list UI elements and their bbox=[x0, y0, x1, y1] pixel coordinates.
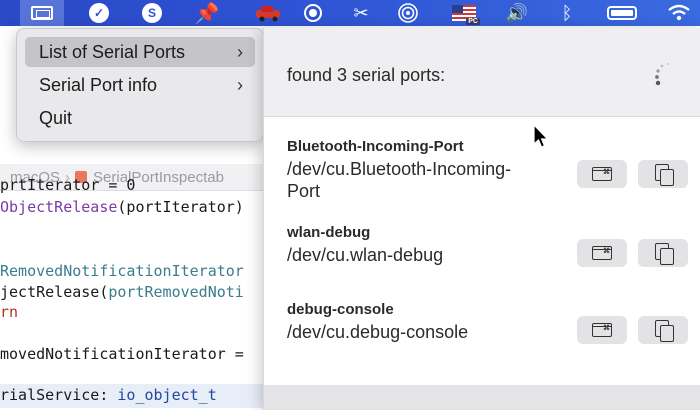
panel-header: found 3 serial ports: bbox=[264, 28, 700, 117]
chevron-right-icon: › bbox=[237, 74, 243, 95]
code-line: rn bbox=[0, 303, 19, 321]
menu-bar: ✓ S 📌 ✂ PC 🔊 ᛒ bbox=[0, 0, 700, 26]
copy-icon bbox=[653, 163, 674, 186]
volume-icon[interactable]: 🔊 bbox=[503, 0, 531, 26]
code-line: jectRelease(portRemovedNoti bbox=[0, 283, 244, 301]
battery-icon[interactable] bbox=[602, 0, 642, 26]
scissors-icon[interactable]: ✂ bbox=[349, 0, 373, 26]
port-entry: wlan-debug /dev/cu.wlan-debug bbox=[287, 224, 557, 266]
port-entry: Bluetooth-Incoming-Port /dev/cu.Bluetoot… bbox=[287, 138, 557, 202]
copy-icon bbox=[653, 242, 674, 265]
port-path: /dev/cu.Bluetooth-Incoming- Port bbox=[287, 159, 512, 201]
panel-title: found 3 serial ports: bbox=[287, 65, 446, 85]
menu-item-list-serial-ports[interactable]: List of Serial Ports › bbox=[25, 37, 255, 67]
code-line: movedNotificationIterator = bbox=[0, 345, 244, 363]
open-terminal-button[interactable]: ⌘ bbox=[577, 239, 627, 267]
record-icon[interactable] bbox=[302, 0, 324, 26]
terminal-icon: ⌘ bbox=[592, 167, 612, 181]
checkmark-icon[interactable]: ✓ bbox=[86, 0, 112, 26]
airdrop-icon[interactable] bbox=[396, 0, 420, 26]
open-terminal-button[interactable]: ⌘ bbox=[577, 316, 627, 344]
chevron-right-icon: › bbox=[237, 41, 243, 62]
menu-item-label: Quit bbox=[39, 107, 73, 128]
copy-icon bbox=[653, 319, 674, 342]
wifi-icon[interactable] bbox=[664, 0, 694, 26]
menu-item-serial-port-info[interactable]: Serial Port info › bbox=[25, 70, 255, 100]
port-path: /dev/cu.wlan-debug bbox=[287, 245, 444, 265]
status-menu: List of Serial Ports › Serial Port info … bbox=[16, 28, 264, 142]
copy-path-button[interactable] bbox=[638, 160, 688, 188]
bluetooth-icon[interactable]: ᛒ bbox=[558, 0, 576, 26]
flag-badge: PC bbox=[466, 18, 480, 25]
panel-footer bbox=[264, 385, 700, 410]
terminal-icon: ⌘ bbox=[592, 323, 612, 337]
code-line: RemovedNotificationIterator bbox=[0, 262, 244, 280]
menu-item-label: List of Serial Ports bbox=[39, 41, 186, 62]
menu-item-quit[interactable]: Quit bbox=[25, 103, 255, 133]
menu-item-label: Serial Port info bbox=[39, 74, 158, 95]
port-name: debug-console bbox=[287, 301, 394, 318]
mouse-cursor-icon bbox=[533, 124, 549, 148]
skype-icon[interactable]: S bbox=[138, 0, 166, 26]
code-line: prtIterator = 0 bbox=[0, 176, 136, 194]
terminal-icon: ⌘ bbox=[592, 246, 612, 260]
port-name: wlan-debug bbox=[287, 224, 371, 241]
serial-app-icon[interactable] bbox=[20, 0, 64, 26]
us-flag-icon[interactable]: PC bbox=[450, 0, 480, 26]
copy-path-button[interactable] bbox=[638, 316, 688, 344]
code-line: ObjectRelease(portIterator) bbox=[0, 198, 244, 216]
open-terminal-button[interactable]: ⌘ bbox=[577, 160, 627, 188]
serial-ports-panel: found 3 serial ports: Bluetooth-Incoming… bbox=[263, 28, 700, 410]
loading-spinner-icon bbox=[655, 62, 670, 86]
port-entry: debug-console /dev/cu.debug-console bbox=[287, 301, 557, 343]
port-name: Bluetooth-Incoming-Port bbox=[287, 138, 464, 155]
copy-path-button[interactable] bbox=[638, 239, 688, 267]
pin-icon[interactable]: 📌 bbox=[194, 0, 220, 26]
red-car-icon[interactable] bbox=[250, 0, 286, 26]
code-line: rialService: io_object_t bbox=[0, 386, 217, 404]
port-path: /dev/cu.debug-console bbox=[287, 322, 469, 342]
